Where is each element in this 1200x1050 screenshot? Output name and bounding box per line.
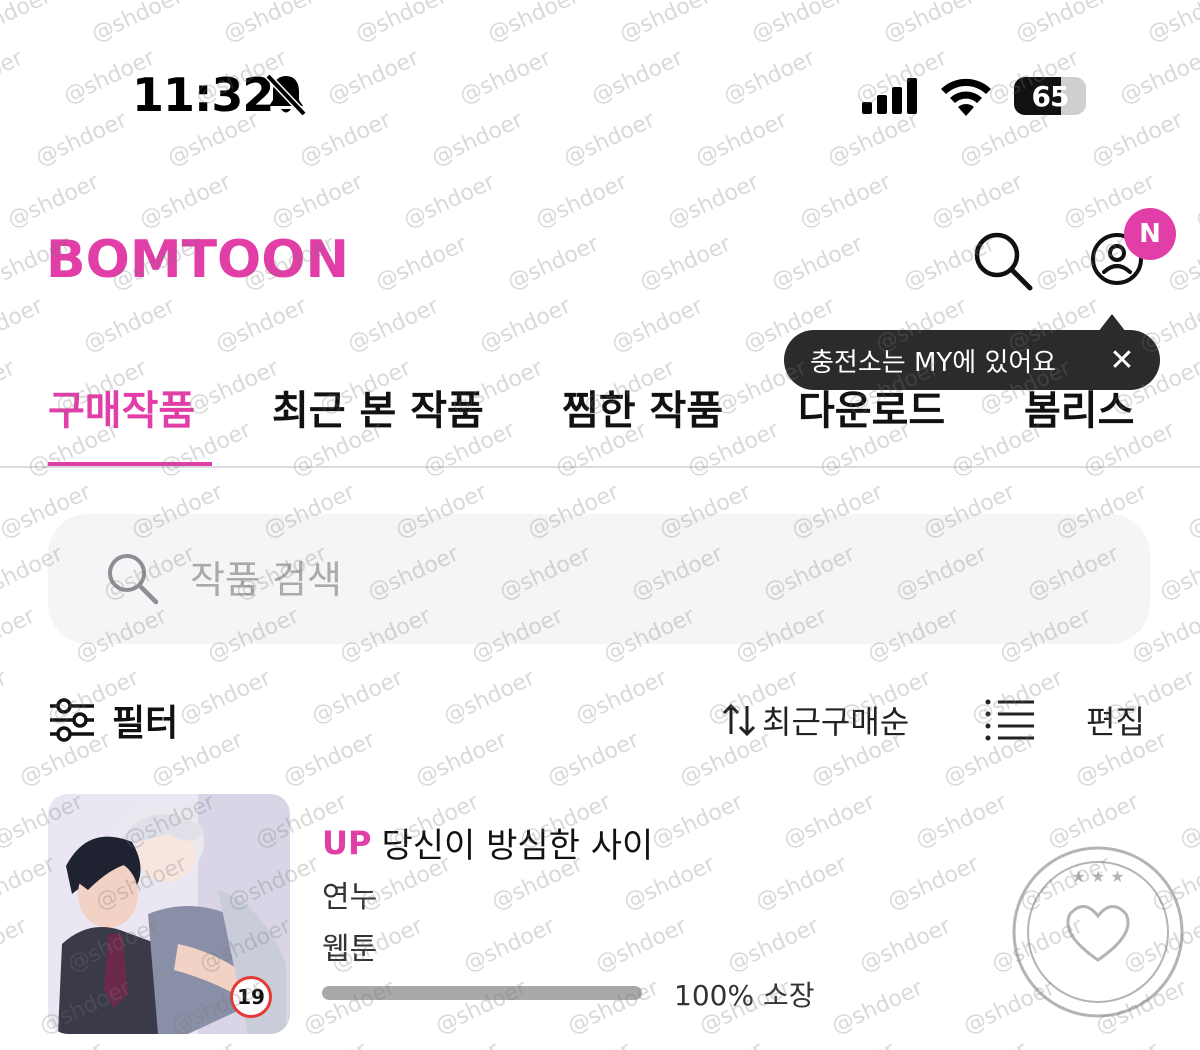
age-rating-badge: 19 [230, 976, 272, 1018]
search-input[interactable] [188, 514, 992, 646]
item-title: 당신이 방심한 사이 [381, 826, 654, 866]
filter-sliders-icon [50, 698, 94, 742]
watermark-text: @shdoer [0, 603, 40, 667]
list-view-button[interactable] [984, 696, 1036, 744]
status-time: 11:32 [132, 68, 274, 122]
watermark-text: @shdoer [800, 1037, 900, 1050]
close-icon[interactable]: ✕ [1104, 342, 1140, 378]
watermark-text: @shdoer [404, 1037, 504, 1050]
notification-badge: N [1124, 208, 1176, 260]
sort-button[interactable]: 최근구매순 [722, 690, 909, 750]
search-icon [974, 232, 1033, 291]
watermark-text: @shdoer [504, 231, 604, 295]
tab-wishlist[interactable]: 찜한 작품 [562, 378, 723, 436]
watermark-text: @shdoer [768, 231, 868, 295]
watermark-text: @shdoer [608, 293, 708, 357]
signal-icon [862, 78, 920, 118]
ownership-progress-bar [322, 986, 642, 1000]
watermark-text: @shdoer [0, 293, 48, 357]
list-item[interactable]: 19 UP 당신이 방심한 사이 연누 웹툰 100% 소장 [48, 794, 1158, 1034]
watermark-text: @shdoer [1156, 541, 1200, 605]
ownership-progress-fill [322, 986, 642, 1000]
search-field[interactable] [48, 514, 1150, 646]
screen: 11:32 65 BOMTOON N 충전소는 MY에 있어요 ✕ 구매작품 최… [0, 0, 1200, 1050]
owned-stamp: ★ ★ ★ [1008, 842, 1188, 1022]
item-title-row: UP 당신이 방심한 사이 [322, 818, 653, 867]
filter-button[interactable]: 필터 [48, 690, 178, 750]
tab-purchased[interactable]: 구매작품 [48, 378, 195, 436]
charging-station-tooltip: 충전소는 MY에 있어요 ✕ [784, 314, 1160, 390]
wifi-icon [938, 74, 994, 120]
search-icon [104, 550, 162, 612]
app-logo[interactable]: BOMTOON [46, 230, 349, 290]
bell-mute-icon [264, 72, 308, 122]
comic-thumbnail[interactable]: 19 [48, 794, 290, 1034]
watermark-text: @shdoer [372, 231, 472, 295]
watermark-text: @shdoer [476, 293, 576, 357]
ownership-progress-text: 100% 소장 [674, 979, 815, 1012]
watermark-text: @shdoer [668, 1037, 768, 1050]
watermark-text: @shdoer [636, 231, 736, 295]
svg-text:★ ★ ★: ★ ★ ★ [1071, 867, 1124, 886]
watermark-text: @shdoer [0, 975, 4, 1039]
edit-button[interactable]: 편집 [1086, 690, 1145, 750]
item-author: 연누 [322, 880, 378, 915]
list-toolbar: 필터 최근구매순 편집 [0, 690, 1200, 750]
tooltip-text: 충전소는 MY에 있어요 [810, 347, 1057, 378]
watermark-text: @shdoer [8, 1037, 108, 1050]
watermark-text: @shdoer [0, 913, 32, 977]
battery-icon: 65 [1014, 77, 1086, 115]
watermark-text: @shdoer [1184, 479, 1200, 543]
sort-label: 최근구매순 [762, 703, 910, 741]
watermark-text: @shdoer [212, 293, 312, 357]
tabs-divider [0, 466, 1200, 468]
watermark-text: @shdoer [536, 1037, 636, 1050]
tab-recently-viewed[interactable]: 최근 본 작품 [272, 378, 484, 436]
status-bar: 11:32 65 [0, 0, 1200, 190]
filter-label: 필터 [112, 703, 179, 744]
list-view-icon [985, 699, 1034, 741]
battery-level: 65 [1031, 79, 1070, 113]
watermark-text: @shdoer [80, 293, 180, 357]
watermark-text: @shdoer [1196, 1037, 1200, 1050]
watermark-text: @shdoer [932, 1037, 1032, 1050]
up-badge: UP [322, 823, 372, 862]
watermark-text: @shdoer [1064, 1037, 1164, 1050]
watermark-text: @shdoer [140, 1037, 240, 1050]
watermark-text: @shdoer [344, 293, 444, 357]
watermark-text: @shdoer [272, 1037, 372, 1050]
item-type: 웹툰 [322, 932, 378, 967]
search-button[interactable] [970, 228, 1036, 294]
sort-arrows-icon [722, 703, 756, 737]
